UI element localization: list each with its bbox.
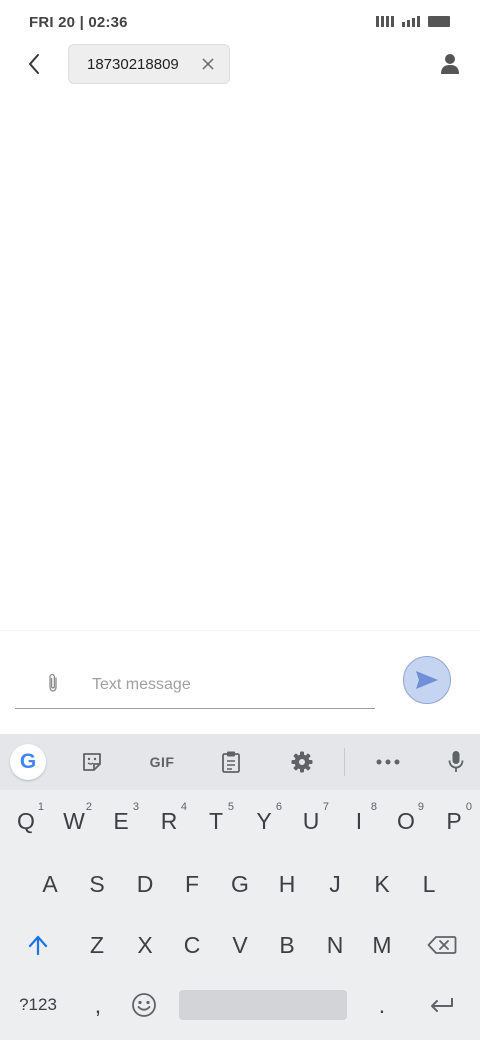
conversation-area — [0, 88, 480, 628]
settings-button[interactable] — [284, 746, 320, 778]
signal-icon — [376, 16, 394, 27]
sticker-button[interactable] — [74, 746, 110, 778]
key-h[interactable]: H — [263, 856, 311, 912]
google-icon: G — [19, 750, 37, 773]
message-input[interactable] — [92, 673, 362, 697]
shift-arrow-icon — [28, 935, 48, 955]
status-time: FRI 20 | 02:36 — [29, 14, 128, 31]
key-k[interactable]: K — [358, 856, 406, 912]
backspace-icon — [427, 936, 457, 954]
input-underline — [15, 708, 375, 709]
enter-icon — [431, 998, 453, 1012]
contact-button[interactable] — [436, 50, 464, 78]
space-bar[interactable] — [179, 990, 347, 1020]
chevron-left-icon — [29, 54, 39, 74]
key-s[interactable]: S — [73, 856, 121, 912]
recipient-number: 18730218809 — [87, 56, 179, 73]
gif-label: GIF — [149, 754, 175, 770]
key-l[interactable]: L — [405, 856, 453, 912]
back-button[interactable] — [18, 48, 50, 80]
attach-button[interactable] — [42, 671, 64, 695]
key-f[interactable]: F — [168, 856, 216, 912]
emoji-icon — [132, 993, 156, 1017]
close-icon — [202, 58, 214, 70]
clipboard-button[interactable] — [213, 746, 249, 778]
key-y[interactable]: Y6 — [240, 793, 288, 849]
more-horizontal-icon — [376, 759, 400, 765]
key-n[interactable]: N — [311, 917, 359, 973]
key-v[interactable]: V — [216, 917, 264, 973]
key-u[interactable]: U7 — [287, 793, 335, 849]
shift-key[interactable] — [10, 917, 66, 973]
key-d[interactable]: D — [121, 856, 169, 912]
key-j[interactable]: J — [311, 856, 359, 912]
send-icon — [416, 671, 438, 689]
gear-icon — [291, 751, 313, 773]
key-c[interactable]: C — [168, 917, 216, 973]
key-m[interactable]: M — [358, 917, 406, 973]
voice-input-button[interactable] — [438, 746, 474, 778]
conversation-header: 18730218809 — [0, 44, 480, 86]
more-button[interactable] — [370, 746, 406, 778]
key-r[interactable]: R4 — [145, 793, 193, 849]
key-e[interactable]: E3 — [97, 793, 145, 849]
comma-key[interactable]: , — [76, 977, 120, 1033]
key-b[interactable]: B — [263, 917, 311, 973]
recipient-chip[interactable]: 18730218809 — [68, 44, 230, 84]
toolbar-divider — [344, 748, 345, 776]
battery-icon — [428, 16, 450, 27]
key-q[interactable]: Q1 — [2, 793, 50, 849]
keyboard-toolbar: G GIF — [0, 734, 480, 790]
key-z[interactable]: Z — [73, 917, 121, 973]
microphone-icon — [448, 751, 464, 772]
key-i[interactable]: I8 — [335, 793, 383, 849]
remove-recipient-button[interactable] — [200, 56, 216, 72]
google-button[interactable]: G — [10, 744, 46, 780]
key-o[interactable]: O9 — [382, 793, 430, 849]
backspace-key[interactable] — [414, 917, 470, 973]
person-icon — [441, 54, 459, 74]
key-t[interactable]: T5 — [192, 793, 240, 849]
gif-button[interactable]: GIF — [143, 746, 181, 778]
key-p[interactable]: P0 — [430, 793, 478, 849]
emoji-key[interactable] — [122, 977, 166, 1033]
paperclip-icon — [49, 673, 57, 692]
sticker-icon — [83, 753, 101, 771]
key-x[interactable]: X — [121, 917, 169, 973]
keyboard: G GIF Q 1 W 2 E 3 R 4 T 5 Y 6 U 7 I 8 O … — [0, 734, 480, 1040]
compose-bar — [0, 630, 480, 734]
status-icons — [376, 15, 450, 27]
period-key[interactable]: . — [360, 977, 404, 1033]
signal-strength-icon — [402, 16, 420, 27]
status-bar: FRI 20 | 02:36 — [0, 0, 480, 44]
clipboard-icon — [222, 751, 240, 773]
symbols-key[interactable]: ?123 — [8, 977, 68, 1033]
enter-key[interactable] — [416, 977, 468, 1033]
key-a[interactable]: A — [26, 856, 74, 912]
send-button[interactable] — [403, 656, 451, 704]
key-w[interactable]: W2 — [50, 793, 98, 849]
key-g[interactable]: G — [216, 856, 264, 912]
